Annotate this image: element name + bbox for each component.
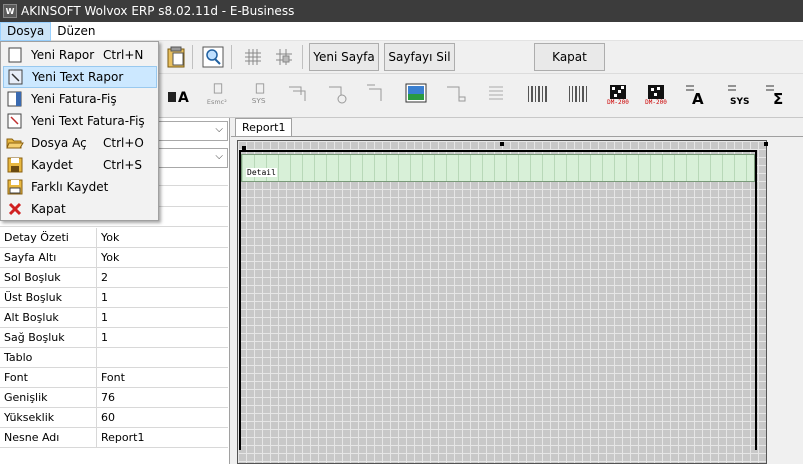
- menu-duzen[interactable]: Düzen: [51, 22, 101, 41]
- subreport-icon[interactable]: [444, 82, 468, 106]
- menu-dosya[interactable]: Dosya: [0, 21, 52, 41]
- property-value[interactable]: 1: [97, 288, 228, 307]
- property-name: Genişlik: [0, 388, 97, 407]
- menu-item-save-as[interactable]: Farklı Kaydet: [3, 176, 157, 198]
- line-icon[interactable]: [364, 82, 388, 106]
- snap-grid-icon[interactable]: [272, 45, 296, 69]
- window-title: AKINSOFT Wolvox ERP s8.02.11d - E-Busine…: [21, 4, 295, 18]
- property-value[interactable]: 60: [97, 408, 228, 427]
- svg-text:SYS: SYS: [730, 97, 749, 106]
- text-invoice-icon: [5, 112, 25, 130]
- property-name: Font: [0, 368, 97, 387]
- property-value[interactable]: [97, 348, 228, 367]
- chevron-down-icon: ⌵: [215, 151, 223, 162]
- property-value[interactable]: 2: [97, 268, 228, 287]
- property-value[interactable]: 1: [97, 328, 228, 347]
- paste-icon[interactable]: [164, 45, 188, 69]
- property-name: Yükseklik: [0, 408, 97, 427]
- property-row[interactable]: Detay Özeti Yok: [0, 228, 228, 248]
- menu-item-new-report[interactable]: Yeni Rapor Ctrl+N: [3, 44, 157, 66]
- shape-group-icon[interactable]: [326, 82, 350, 106]
- property-value[interactable]: Yok: [97, 228, 228, 247]
- property-value[interactable]: Font: [97, 368, 228, 387]
- svg-text:A: A: [692, 90, 704, 106]
- property-value[interactable]: 1: [97, 308, 228, 327]
- formula-field-icon[interactable]: Esmc²: [206, 82, 230, 106]
- property-row[interactable]: Font Font: [0, 368, 228, 388]
- tab-report1[interactable]: Report1: [235, 118, 293, 136]
- selection-handle[interactable]: [764, 142, 768, 146]
- svg-text:Esmc²: Esmc²: [207, 98, 227, 106]
- property-value[interactable]: Report1: [97, 428, 228, 447]
- property-name: Sol Boşluk: [0, 268, 97, 287]
- property-list: Detay Özeti Yok Sayfa Altı Yok Sol Boşluk 2 Üs…: [0, 228, 228, 448]
- property-row[interactable]: Sayfa Altı Yok: [0, 248, 228, 268]
- dm-label-2: DM-200: [645, 98, 667, 106]
- close-button[interactable]: Kapat: [534, 43, 605, 71]
- menu-item-save[interactable]: Kaydet Ctrl+S: [3, 154, 157, 176]
- new-page-button[interactable]: Yeni Sayfa: [309, 43, 379, 71]
- page-icon: [5, 46, 25, 64]
- datamatrix-2-icon[interactable]: DM-200: [642, 80, 670, 110]
- system-field-icon[interactable]: SYS: [248, 82, 272, 106]
- sys-variable-icon[interactable]: SYS: [724, 82, 752, 106]
- property-name: Nesne Adı: [0, 428, 97, 447]
- property-row[interactable]: Genişlik 76: [0, 388, 228, 408]
- property-row[interactable]: Yükseklik 60: [0, 408, 228, 428]
- sum-icon[interactable]: Σ: [764, 82, 788, 106]
- selection-handle[interactable]: [500, 142, 504, 146]
- grid-icon[interactable]: [241, 45, 265, 69]
- barcode-label-icon[interactable]: A: [166, 82, 190, 106]
- report-designer: Report1 Detail: [231, 118, 803, 464]
- band-label: Detail: [246, 168, 277, 177]
- text-label-icon[interactable]: A: [684, 82, 708, 106]
- page-border: [239, 150, 757, 450]
- file-menu: Yeni Rapor Ctrl+N Yeni Text Rapor Yeni F…: [0, 41, 159, 221]
- svg-text:SYS: SYS: [252, 96, 266, 105]
- delete-page-button[interactable]: Sayfayı Sil: [384, 43, 455, 71]
- app-logo-icon: W: [3, 4, 17, 18]
- text-report-icon: [6, 68, 26, 86]
- memo-icon[interactable]: [484, 82, 508, 106]
- property-name: Alt Boşluk: [0, 308, 97, 327]
- property-name: Tablo: [0, 348, 97, 367]
- property-row[interactable]: Alt Boşluk 1: [0, 308, 228, 328]
- detail-band[interactable]: Detail: [241, 154, 755, 182]
- svg-text:A: A: [178, 90, 189, 106]
- property-name: Üst Boşluk: [0, 288, 97, 307]
- title-bar: W AKINSOFT Wolvox ERP s8.02.11d - E-Busi…: [0, 0, 803, 22]
- folder-open-icon: [5, 134, 25, 152]
- menu-item-close[interactable]: Kapat: [3, 198, 157, 220]
- barcode-2-icon[interactable]: [566, 82, 590, 106]
- property-value[interactable]: 76: [97, 388, 228, 407]
- menu-bar: Dosya Düzen: [0, 21, 803, 41]
- menu-item-new-text-invoice[interactable]: Yeni Text Fatura-Fiş: [3, 110, 157, 132]
- save-as-icon: [5, 178, 25, 196]
- datamatrix-icon[interactable]: DM-200: [604, 80, 632, 110]
- dm-label: DM-200: [607, 98, 629, 106]
- property-row[interactable]: Sağ Boşluk 1: [0, 328, 228, 348]
- save-icon: [5, 156, 25, 174]
- svg-text:Σ: Σ: [773, 90, 783, 106]
- invoice-icon: [5, 90, 25, 108]
- chevron-down-icon: ⌵: [215, 124, 223, 135]
- property-name: Sayfa Altı: [0, 248, 97, 267]
- property-name: Sağ Boşluk: [0, 328, 97, 347]
- property-row[interactable]: Üst Boşluk 1: [0, 288, 228, 308]
- property-value[interactable]: Yok: [97, 248, 228, 267]
- property-row[interactable]: Sol Boşluk 2: [0, 268, 228, 288]
- property-row[interactable]: Tablo: [0, 348, 228, 368]
- shape-icon[interactable]: [286, 82, 310, 106]
- property-row[interactable]: Nesne Adı Report1: [0, 428, 228, 448]
- menu-item-new-text-report[interactable]: Yeni Text Rapor: [3, 66, 157, 88]
- barcode-icon[interactable]: [526, 82, 550, 106]
- property-name: Detay Özeti: [0, 228, 97, 247]
- menu-item-open[interactable]: Dosya Aç Ctrl+O: [3, 132, 157, 154]
- menu-item-new-invoice[interactable]: Yeni Fatura-Fiş: [3, 88, 157, 110]
- preview-magnifier-icon[interactable]: [201, 45, 225, 69]
- image-icon[interactable]: [404, 82, 428, 106]
- close-x-icon: [5, 200, 25, 218]
